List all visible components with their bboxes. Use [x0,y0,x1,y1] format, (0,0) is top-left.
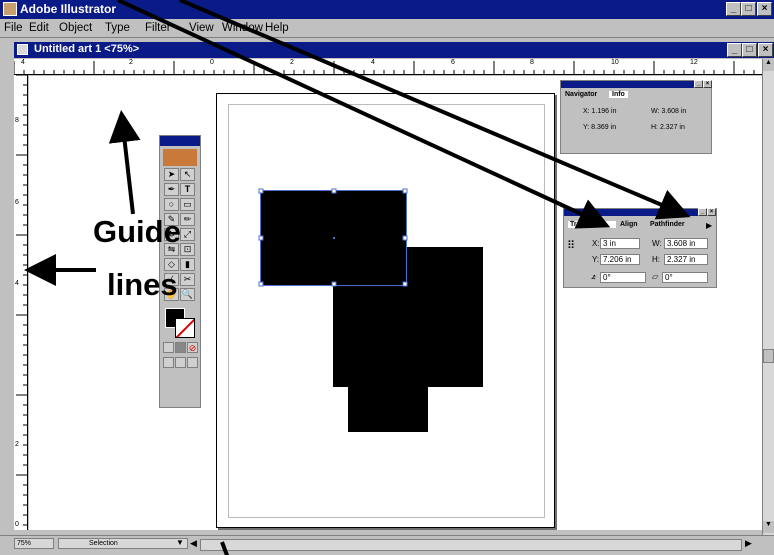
arrow-to-x-field-icon [117,0,611,229]
arrow-bottom-icon [220,541,230,555]
annotation-arrows [24,0,691,555]
arrow-to-w-field-icon [179,0,691,220]
arrow-up-icon [108,110,141,215]
